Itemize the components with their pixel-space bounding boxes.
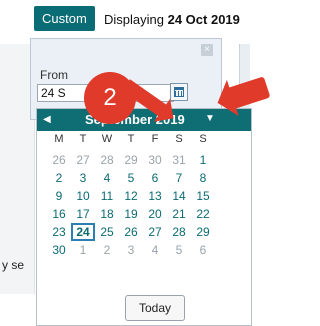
calendar-day[interactable]: 3 (71, 169, 95, 187)
calendar-day[interactable]: 27 (143, 223, 167, 241)
prev-month-icon[interactable]: ◀ (43, 114, 55, 126)
calendar-day[interactable]: 6 (143, 169, 167, 187)
date-picker-popup: ◀ September 2019 ▼ MTWTFSS 26 27 28 29 30 31 1… (36, 108, 252, 326)
weekday-label: T (79, 133, 87, 145)
calendar-day[interactable]: 11 (95, 187, 119, 205)
calendar-day[interactable]: 29 (191, 223, 215, 241)
calendar-day[interactable]: 30 (143, 151, 167, 169)
calendar-day[interactable]: 22 (191, 205, 215, 223)
calendar-day[interactable]: 5 (119, 169, 143, 187)
weekday-label: W (101, 133, 113, 145)
close-icon[interactable]: × (201, 44, 213, 56)
weekday-label: S (175, 133, 183, 145)
calendar-day[interactable]: 26 (119, 223, 143, 241)
displaying-date: 24 Oct 2019 (167, 12, 240, 27)
weekday-label: M (54, 133, 64, 145)
annotation-step-badge: 2 (84, 72, 136, 124)
calendar-day[interactable]: 3 (119, 241, 143, 259)
weekday-label: S (199, 133, 207, 145)
calendar-day[interactable]: 31 (167, 151, 191, 169)
calendar-day[interactable]: 2 (47, 169, 71, 187)
calendar-day[interactable]: 10 (71, 187, 95, 205)
calendar-day[interactable]: 30 (47, 241, 71, 259)
from-label: From (40, 68, 68, 82)
calendar-button[interactable] (170, 83, 188, 101)
calendar-day[interactable]: 27 (71, 151, 95, 169)
calendar-day[interactable]: 17 (71, 205, 95, 223)
calendar-day[interactable]: 21 (167, 205, 191, 223)
calendar-day[interactable]: 1 (191, 151, 215, 169)
calendar-day[interactable]: 15 (191, 187, 215, 205)
weekday-header: MTWTFSS (37, 133, 251, 149)
calendar-day[interactable]: 2 (95, 241, 119, 259)
calendar-day[interactable]: 19 (119, 205, 143, 223)
calendar-day[interactable]: 28 (167, 223, 191, 241)
weekday-label: T (127, 133, 135, 145)
left-cutoff-text: y se (2, 258, 25, 272)
calendar-day[interactable]: 29 (119, 151, 143, 169)
calendar-day[interactable]: 28 (95, 151, 119, 169)
calendar-day[interactable]: 5 (167, 241, 191, 259)
calendar-day[interactable]: 14 (167, 187, 191, 205)
calendar-day[interactable]: 16 (47, 205, 71, 223)
day-grid: 26 27 28 29 30 31 1 2 3 4 5 6 7 8 9 10 11 12 13 14 15 16 17 18 1… (47, 151, 251, 259)
calendar-day[interactable]: 9 (47, 187, 71, 205)
calendar-day[interactable]: 7 (167, 169, 191, 187)
weekday-label: F (151, 133, 159, 145)
calendar-day-selected[interactable]: 24 (71, 223, 95, 241)
displaying-prefix: Displaying (104, 12, 164, 27)
calendar-day[interactable]: 20 (143, 205, 167, 223)
calendar-day[interactable]: 18 (95, 205, 119, 223)
calendar-day[interactable]: 4 (143, 241, 167, 259)
calendar-day[interactable]: 13 (143, 187, 167, 205)
displaying-text: Displaying 24 Oct 2019 (104, 12, 240, 27)
today-button[interactable]: Today (125, 295, 185, 321)
calendar-day[interactable]: 12 (119, 187, 143, 205)
calendar-day[interactable]: 8 (191, 169, 215, 187)
calendar-icon (174, 87, 184, 97)
calendar-day[interactable]: 6 (191, 241, 215, 259)
calendar-day[interactable]: 1 (71, 241, 95, 259)
calendar-header: ◀ September 2019 ▼ (37, 109, 251, 131)
calendar-day[interactable]: 25 (95, 223, 119, 241)
custom-range-button[interactable]: Custom (34, 6, 95, 31)
calendar-day[interactable]: 26 (47, 151, 71, 169)
month-dropdown-icon[interactable]: ▼ (205, 113, 215, 124)
calendar-day[interactable]: 23 (47, 223, 71, 241)
calendar-day[interactable]: 4 (95, 169, 119, 187)
